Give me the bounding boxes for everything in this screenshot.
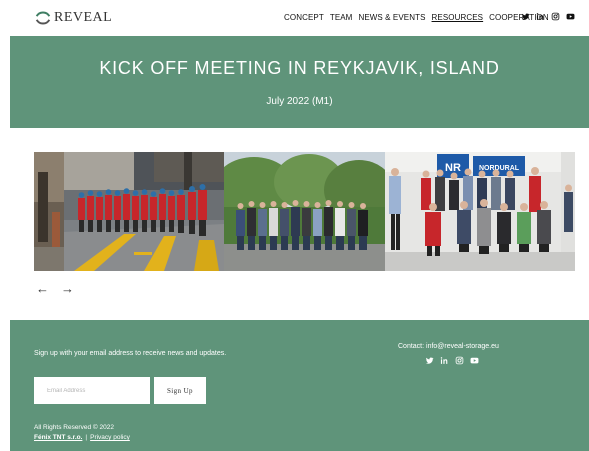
logo[interactable]: REVEAL (34, 9, 112, 27)
outdoor-group-photo (224, 152, 385, 271)
indoor-group-photo: NR NORDURAL (385, 152, 561, 271)
youtube-icon[interactable] (566, 12, 575, 21)
gallery-slide-partial[interactable] (34, 152, 64, 271)
header-social-links (521, 12, 575, 21)
site-header: REVEAL CONCEPT TEAM NEWS & EVENTS RESOUR… (0, 0, 589, 36)
reveal-logo-icon (35, 11, 51, 25)
nav-item-concept[interactable]: CONCEPT (284, 13, 324, 22)
legal-links: Fénix TNT s.r.o. | Privacy policy (34, 434, 130, 441)
page-title: KICK OFF MEETING IN REYKJAVIK, ISLAND (99, 58, 500, 78)
contact-email[interactable]: Contact: info@reveal-storage.eu (398, 343, 499, 350)
gallery-slide-outdoor[interactable] (224, 152, 385, 271)
gallery-slide-indoor[interactable]: NR NORDURAL (385, 152, 561, 271)
prev-arrow-icon[interactable]: ← (36, 281, 49, 296)
sign-text: NORDURAL (479, 165, 520, 172)
linkedin-icon[interactable] (536, 12, 545, 21)
nav-item-resources[interactable]: RESOURCES (432, 13, 484, 22)
factory-photo-partial (34, 152, 64, 271)
privacy-policy-link[interactable]: Privacy policy (90, 434, 130, 441)
nav-item-team[interactable]: TEAM (330, 13, 353, 22)
gallery-slide-partial-right[interactable] (561, 152, 575, 271)
instagram-icon[interactable] (551, 12, 560, 21)
newsletter-text: Sign up with your email address to recei… (34, 350, 227, 357)
factory-group-photo (64, 152, 224, 271)
linkedin-icon[interactable] (440, 356, 449, 365)
copyright-text: All Rights Reserved © 2022 (34, 424, 114, 431)
instagram-icon[interactable] (455, 356, 464, 365)
nr-logo-text: NR (445, 162, 461, 174)
next-arrow-icon[interactable]: → (61, 281, 74, 296)
twitter-icon[interactable] (521, 12, 530, 21)
twitter-icon[interactable] (425, 356, 434, 365)
gallery-slide-factory[interactable] (64, 152, 224, 271)
partial-photo-right (561, 152, 575, 271)
main-nav: CONCEPT TEAM NEWS & EVENTS RESOURCES COO… (284, 13, 549, 22)
legal-separator: | (85, 434, 88, 441)
sign-up-button[interactable]: Sign Up (154, 377, 206, 404)
page-banner: KICK OFF MEETING IN REYKJAVIK, ISLAND Ju… (10, 36, 589, 128)
nav-item-news-events[interactable]: NEWS & EVENTS (358, 13, 425, 22)
page-date: July 2022 (M1) (266, 96, 333, 107)
gallery-arrows: ← → (36, 281, 74, 296)
photo-gallery[interactable]: NR NORDURAL (34, 152, 575, 271)
footer-social-links (425, 356, 479, 365)
email-input[interactable] (34, 377, 150, 404)
company-link[interactable]: Fénix TNT s.r.o. (34, 434, 82, 441)
site-footer: Sign up with your email address to recei… (10, 320, 589, 451)
logo-text: REVEAL (54, 10, 113, 25)
youtube-icon[interactable] (470, 356, 479, 365)
